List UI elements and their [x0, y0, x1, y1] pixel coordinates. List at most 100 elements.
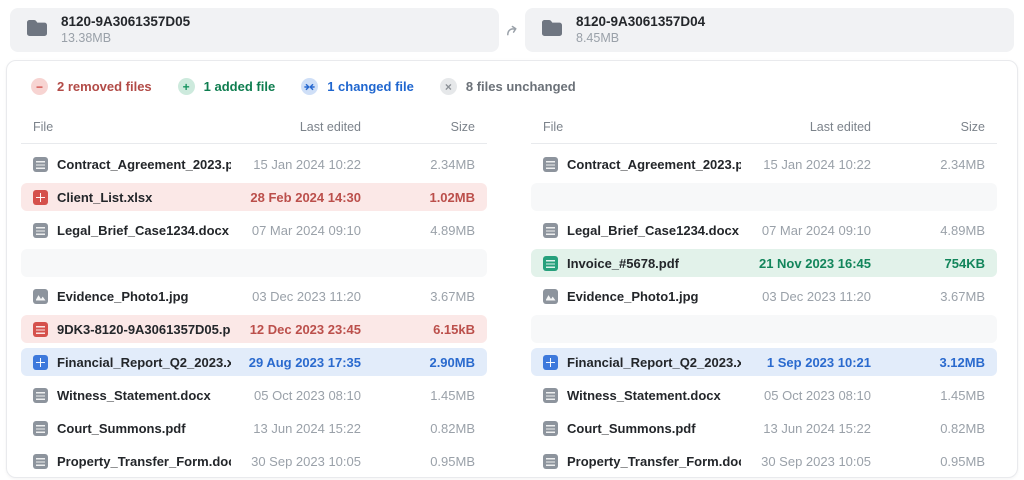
file-size: 3.67MB — [871, 289, 985, 304]
file-last-edited: 03 Dec 2023 11:20 — [741, 289, 871, 304]
column-header-size: Size — [361, 120, 475, 134]
file-type-icon — [33, 190, 48, 205]
source-folder-card[interactable]: 8120-9A3061357D05 13.38MB — [10, 8, 499, 52]
file-name: Evidence_Photo1.jpg — [57, 289, 231, 304]
file-last-edited: 15 Jan 2024 10:22 — [741, 157, 871, 172]
file-size: 1.45MB — [361, 388, 475, 403]
file-last-edited: 05 Oct 2023 08:10 — [741, 388, 871, 403]
file-size: 2.34MB — [871, 157, 985, 172]
file-tables: File Last edited Size Contract_Agreement… — [21, 120, 997, 478]
file-row[interactable]: Property_Transfer_Form.docx 30 Sep 2023 … — [531, 447, 997, 475]
file-size: 4.89MB — [361, 223, 475, 238]
compare-arrow-icon — [499, 23, 525, 38]
file-size: 4.89MB — [871, 223, 985, 238]
diff-summary: − 2 removed files + 1 added file 1 chang… — [21, 78, 997, 95]
file-size: 1.45MB — [871, 388, 985, 403]
source-table-body: Contract_Agreement_2023.pdf 15 Jan 2024 … — [21, 150, 487, 475]
file-row[interactable]: Contract_Agreement_2023.pdf 15 Jan 2024 … — [531, 150, 997, 178]
file-last-edited: 13 Jun 2024 15:22 — [231, 421, 361, 436]
file-row[interactable]: Evidence_Photo1.jpg 03 Dec 2023 11:20 3.… — [531, 282, 997, 310]
file-type-icon — [543, 322, 558, 337]
file-type-icon — [33, 355, 48, 370]
file-name: Financial_Report_Q2_2023.xlsx — [57, 355, 231, 370]
file-row — [531, 315, 997, 343]
file-type-icon — [543, 223, 558, 238]
file-last-edited: 12 Dec 2023 23:45 — [231, 322, 361, 337]
file-row[interactable]: Financial_Report_Q2_2023.xlsx 1 Sep 2023… — [531, 348, 997, 376]
file-row[interactable]: Court_Summons.pdf 13 Jun 2024 15:22 0.82… — [21, 414, 487, 442]
file-size: 0.82MB — [871, 421, 985, 436]
column-header-last-edited: Last edited — [231, 120, 361, 134]
file-row[interactable]: Legal_Brief_Case1234.docx 07 Mar 2024 09… — [21, 216, 487, 244]
file-last-edited: 30 Sep 2023 10:05 — [231, 454, 361, 469]
file-type-icon — [543, 421, 558, 436]
folder-compare-header: 8120-9A3061357D05 13.38MB 8120-9A3061357… — [0, 0, 1024, 52]
removed-files-label: 2 removed files — [57, 79, 152, 94]
target-folder-size: 8.45MB — [576, 31, 705, 47]
file-row[interactable]: Evidence_Photo1.jpg 03 Dec 2023 11:20 3.… — [21, 282, 487, 310]
file-size: 0.95MB — [871, 454, 985, 469]
file-size: 0.82MB — [361, 421, 475, 436]
source-table-header: File Last edited Size — [21, 120, 487, 144]
file-last-edited: 07 Mar 2024 09:10 — [741, 223, 871, 238]
changed-files-badge: 1 changed file — [301, 78, 414, 95]
file-row[interactable]: Contract_Agreement_2023.pdf 15 Jan 2024 … — [21, 150, 487, 178]
unchanged-files-label: 8 files unchanged — [466, 79, 576, 94]
file-name: Property_Transfer_Form.docx — [57, 454, 231, 469]
file-name: Witness_Statement.docx — [567, 388, 741, 403]
file-row[interactable]: Witness_Statement.docx 05 Oct 2023 08:10… — [531, 381, 997, 409]
file-last-edited: 30 Sep 2023 10:05 — [741, 454, 871, 469]
file-type-icon — [543, 190, 558, 205]
target-table-header: File Last edited Size — [531, 120, 997, 144]
file-type-icon — [33, 454, 48, 469]
file-row[interactable]: 9DK3-8120-9A3061357D05.pdf 12 Dec 2023 2… — [21, 315, 487, 343]
file-size: 3.12MB — [871, 355, 985, 370]
target-file-table: File Last edited Size Contract_Agreement… — [531, 120, 997, 478]
file-type-icon — [33, 256, 48, 271]
file-last-edited: 28 Feb 2024 14:30 — [231, 190, 361, 205]
target-table-body: Contract_Agreement_2023.pdf 15 Jan 2024 … — [531, 150, 997, 475]
file-name: Invoice_#5678.pdf — [567, 256, 741, 271]
unchanged-files-badge: × 8 files unchanged — [440, 78, 576, 95]
file-last-edited: 03 Dec 2023 11:20 — [231, 289, 361, 304]
file-type-icon — [543, 289, 558, 304]
file-type-icon — [33, 322, 48, 337]
file-size: 3.67MB — [361, 289, 475, 304]
file-row[interactable]: Legal_Brief_Case1234.docx 07 Mar 2024 09… — [531, 216, 997, 244]
file-name: Witness_Statement.docx — [57, 388, 231, 403]
file-type-icon — [543, 388, 558, 403]
file-row[interactable]: Witness_Statement.docx 05 Oct 2023 08:10… — [21, 381, 487, 409]
file-name: 9DK3-8120-9A3061357D05.pdf — [57, 322, 231, 337]
added-files-label: 1 added file — [204, 79, 276, 94]
file-row[interactable]: Court_Summons.pdf 13 Jun 2024 15:22 0.82… — [531, 414, 997, 442]
file-type-icon — [33, 223, 48, 238]
file-size: 1.02MB — [361, 190, 475, 205]
file-row[interactable]: Invoice_#5678.pdf 21 Nov 2023 16:45 754K… — [531, 249, 997, 277]
file-row[interactable]: Client_List.xlsx 28 Feb 2024 14:30 1.02M… — [21, 183, 487, 211]
file-row — [21, 249, 487, 277]
file-row[interactable]: Property_Transfer_Form.docx 30 Sep 2023 … — [21, 447, 487, 475]
changed-files-label: 1 changed file — [327, 79, 414, 94]
file-row[interactable]: Financial_Report_Q2_2023.xlsx 29 Aug 202… — [21, 348, 487, 376]
file-last-edited: 05 Oct 2023 08:10 — [231, 388, 361, 403]
file-last-edited: 21 Nov 2023 16:45 — [741, 256, 871, 271]
column-header-file: File — [543, 120, 741, 134]
file-type-icon — [543, 454, 558, 469]
source-file-table: File Last edited Size Contract_Agreement… — [21, 120, 487, 478]
target-folder-card[interactable]: 8120-9A3061357D04 8.45MB — [525, 8, 1014, 52]
file-name: Property_Transfer_Form.docx — [567, 454, 741, 469]
file-name: Contract_Agreement_2023.pdf — [567, 157, 741, 172]
file-type-icon — [543, 355, 558, 370]
file-name: Contract_Agreement_2023.pdf — [57, 157, 231, 172]
file-size: 2.34MB — [361, 157, 475, 172]
file-name: Financial_Report_Q2_2023.xlsx — [567, 355, 741, 370]
file-last-edited: 29 Aug 2023 17:35 — [231, 355, 361, 370]
file-size: 6.15kB — [361, 322, 475, 337]
x-circle-icon: × — [440, 78, 457, 95]
file-size: 0.95MB — [361, 454, 475, 469]
file-type-icon — [543, 157, 558, 172]
file-name: Client_List.xlsx — [57, 190, 231, 205]
removed-files-badge: − 2 removed files — [31, 78, 152, 95]
diff-panel: − 2 removed files + 1 added file 1 chang… — [6, 60, 1018, 478]
file-last-edited: 1 Sep 2023 10:21 — [741, 355, 871, 370]
